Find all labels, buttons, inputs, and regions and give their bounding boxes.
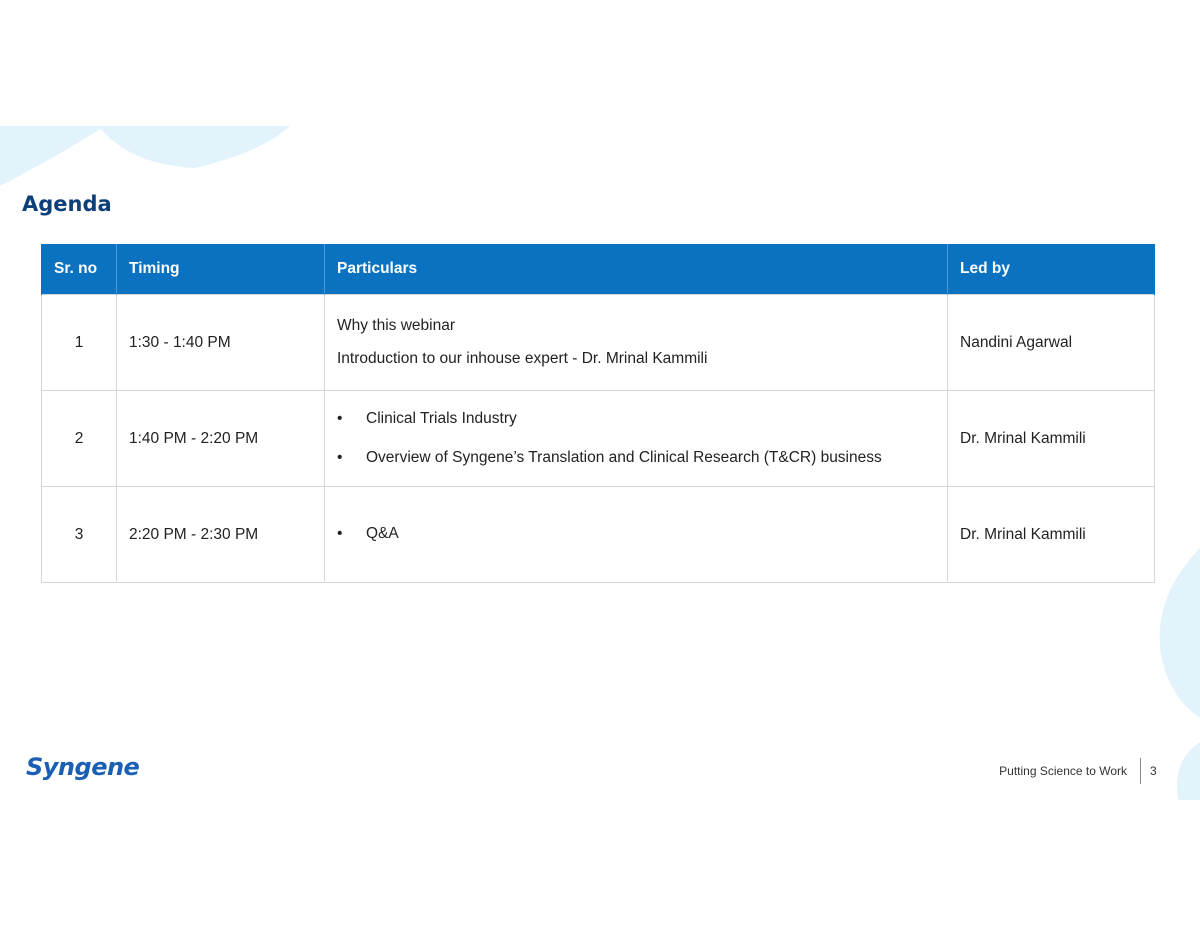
timing-cell: 2:20 PM - 2:30 PM	[116, 486, 325, 583]
top-left-arc-shape	[0, 126, 105, 186]
led-by-cell: Nandini Agarwal	[947, 294, 1155, 391]
particulars-cell: • Q&A	[324, 486, 948, 583]
led-by-cell: Dr. Mrinal Kammili	[947, 390, 1155, 487]
timing-cell: 1:30 - 1:40 PM	[116, 294, 325, 391]
header-timing: Timing	[116, 244, 325, 295]
particulars-item: Introduction to our inhouse expert - Dr.…	[337, 349, 708, 367]
header-sr-no: Sr. no	[41, 244, 117, 295]
page-title: Agenda	[22, 192, 112, 216]
footer-divider	[1140, 758, 1141, 784]
bullet-icon: •	[337, 448, 343, 466]
particulars-bullet-item: • Clinical Trials Industry	[337, 410, 935, 429]
particulars-bullet-item: • Overview of Syngene’s Translation and …	[337, 449, 935, 468]
particulars-item: Overview of Syngene’s Translation and Cl…	[366, 448, 882, 466]
led-by-cell: Dr. Mrinal Kammili	[947, 486, 1155, 583]
agenda-table: Sr. no Timing Particulars Led by 1 1:30 …	[41, 244, 1155, 583]
particulars-cell: Why this webinar Introduction to our inh…	[324, 294, 948, 391]
sr-no-cell: 2	[41, 390, 117, 487]
bullet-icon: •	[337, 525, 343, 543]
table-row: 1 1:30 - 1:40 PM Why this webinar Introd…	[41, 294, 1155, 391]
table-row: 2 1:40 PM - 2:20 PM • Clinical Trials In…	[41, 390, 1155, 487]
particulars-cell: • Clinical Trials Industry • Overview of…	[324, 390, 948, 487]
bottom-right-arc-shape	[1176, 742, 1200, 800]
right-arc-shape	[1159, 548, 1200, 718]
timing-cell: 1:40 PM - 2:20 PM	[116, 390, 325, 487]
header-led-by: Led by	[947, 244, 1155, 295]
particulars-item: Why this webinar	[337, 316, 456, 334]
particulars-item: Clinical Trials Industry	[366, 409, 517, 427]
bullet-icon: •	[337, 409, 343, 427]
sr-no-cell: 3	[41, 486, 117, 583]
table-header-row: Sr. no Timing Particulars Led by	[41, 244, 1155, 295]
table-row: 3 2:20 PM - 2:30 PM • Q&A Dr. Mrinal Kam…	[41, 486, 1155, 583]
particulars-item: Q&A	[366, 525, 399, 543]
sr-no-cell: 1	[41, 294, 117, 391]
header-particulars: Particulars	[324, 244, 948, 295]
top-arc-shape	[98, 126, 290, 168]
particulars-bullet-item: • Q&A	[337, 525, 935, 544]
syngene-logo: Syngene	[26, 753, 140, 781]
footer-tagline: Putting Science to Work	[999, 764, 1127, 778]
page-number: 3	[1150, 764, 1157, 778]
